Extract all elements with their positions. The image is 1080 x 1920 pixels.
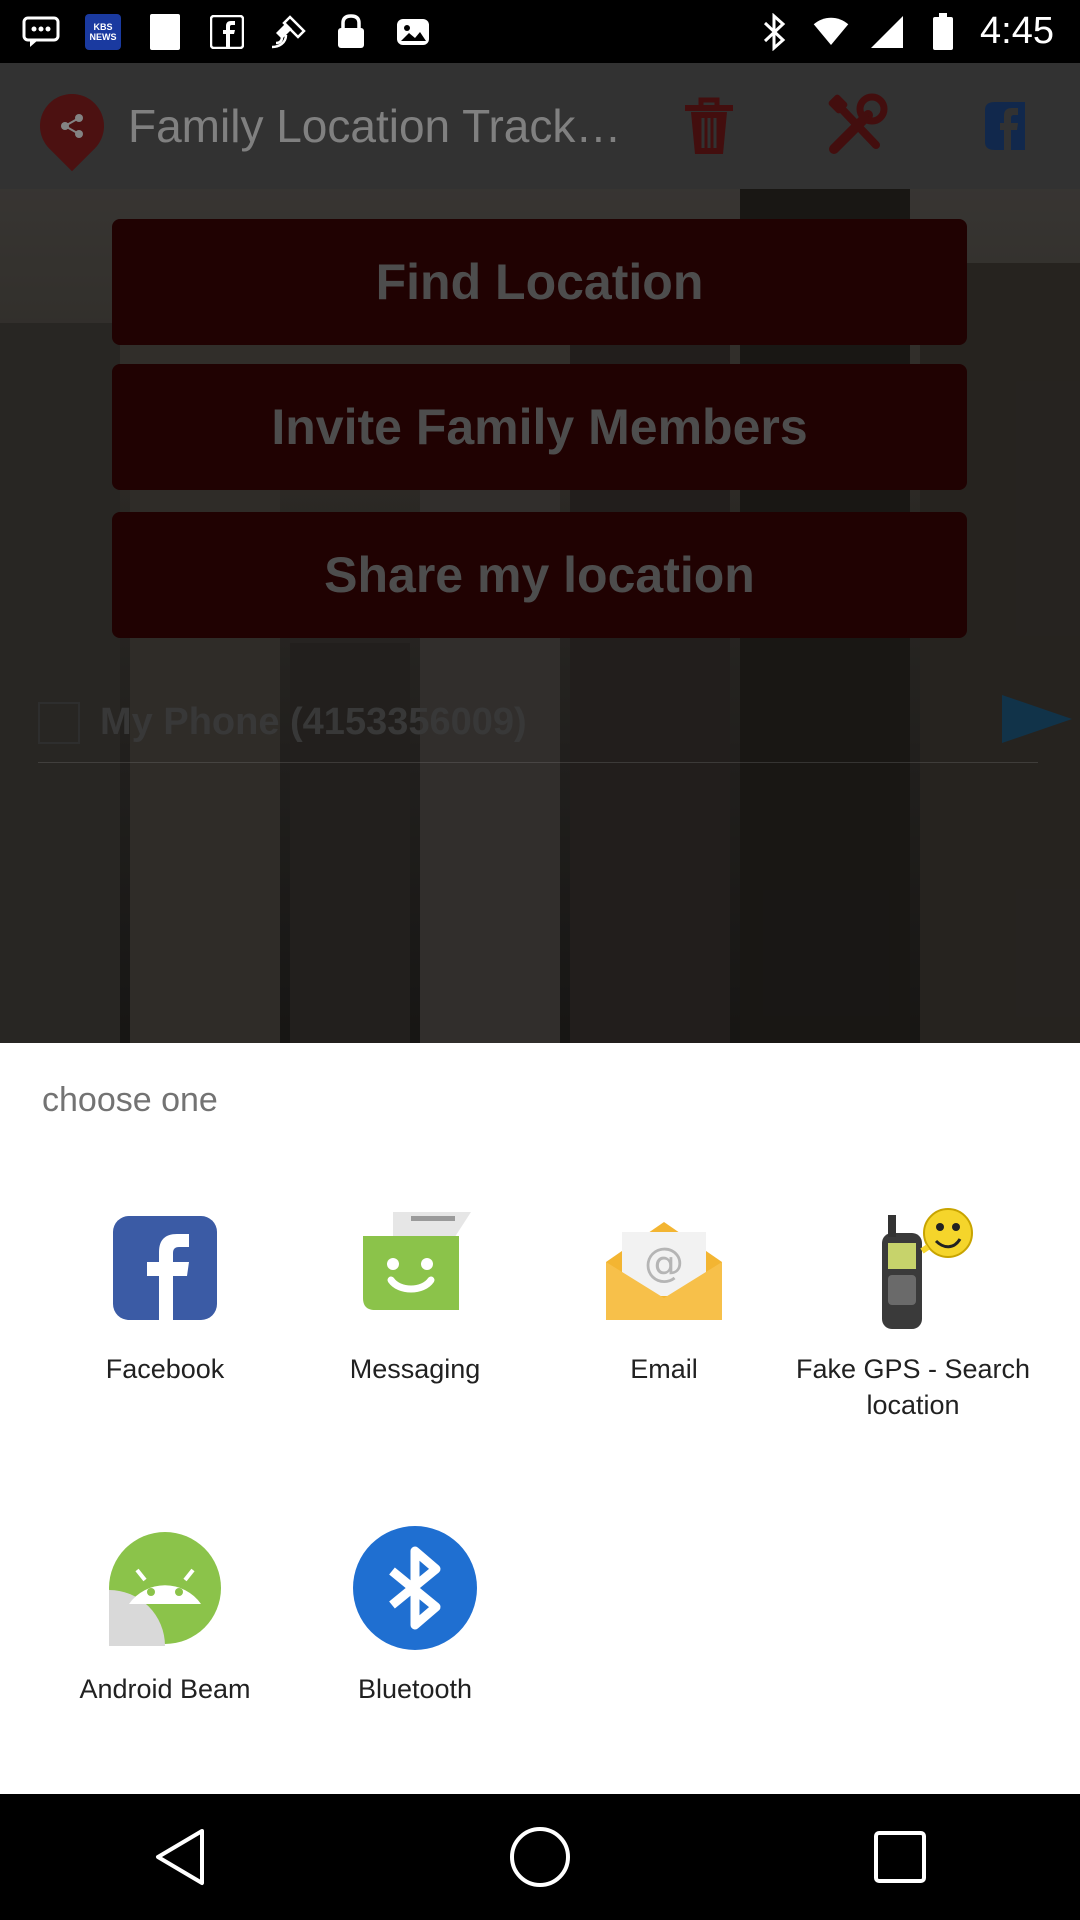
kbs-news-icon: KBS NEWS: [84, 13, 122, 51]
share-target-label: Fake GPS - Search location: [795, 1354, 1031, 1420]
share-target-facebook[interactable]: Facebook: [40, 1203, 290, 1387]
android-beam-icon: [100, 1523, 230, 1653]
navigation-bar: [0, 1794, 1080, 1920]
share-target-fake-gps[interactable]: Fake GPS - Search location: [788, 1203, 1038, 1423]
share-target-android-beam[interactable]: Android Beam: [40, 1523, 290, 1707]
fake-gps-icon: [848, 1203, 978, 1333]
clock: 4:45: [980, 10, 1054, 52]
messages-icon: [22, 13, 60, 51]
back-icon[interactable]: [140, 1817, 220, 1897]
wifi-icon: [812, 13, 850, 51]
messaging-icon: [350, 1203, 480, 1333]
share-target-email[interactable]: @ Email: [539, 1203, 789, 1387]
gallery-icon: [394, 13, 432, 51]
fake-gps-icon: [270, 13, 308, 51]
share-target-messaging[interactable]: Messaging: [290, 1203, 540, 1387]
news-badge-text: KBS NEWS: [85, 13, 121, 50]
share-target-label: Bluetooth: [357, 1674, 473, 1704]
share-sheet: choose one Facebook Messaging @ Email Fa…: [0, 1043, 1080, 1794]
share-target-label: Facebook: [105, 1354, 225, 1384]
lock-icon: [332, 13, 370, 51]
home-icon[interactable]: [500, 1817, 580, 1897]
square-icon: [146, 13, 184, 51]
share-sheet-title: choose one: [42, 1081, 218, 1119]
share-target-label: Email: [630, 1354, 698, 1384]
battery-icon: [924, 12, 962, 51]
svg-text:@: @: [644, 1240, 684, 1286]
bluetooth-icon: [756, 12, 794, 51]
status-bar: KBS NEWS 4:45: [0, 0, 1080, 63]
share-target-bluetooth[interactable]: Bluetooth: [290, 1523, 540, 1707]
recents-icon[interactable]: [860, 1817, 940, 1897]
email-icon: @: [599, 1203, 729, 1333]
scrim-overlay[interactable]: [0, 63, 1080, 1043]
share-target-label: Android Beam: [79, 1674, 251, 1704]
share-target-label: Messaging: [349, 1354, 481, 1384]
cell-signal-icon: [868, 13, 906, 51]
facebook-icon: [208, 13, 246, 51]
facebook-icon: [100, 1203, 230, 1333]
app-background: Family Location Track… Find Location Inv…: [0, 63, 1080, 1043]
bluetooth-icon: [350, 1523, 480, 1653]
